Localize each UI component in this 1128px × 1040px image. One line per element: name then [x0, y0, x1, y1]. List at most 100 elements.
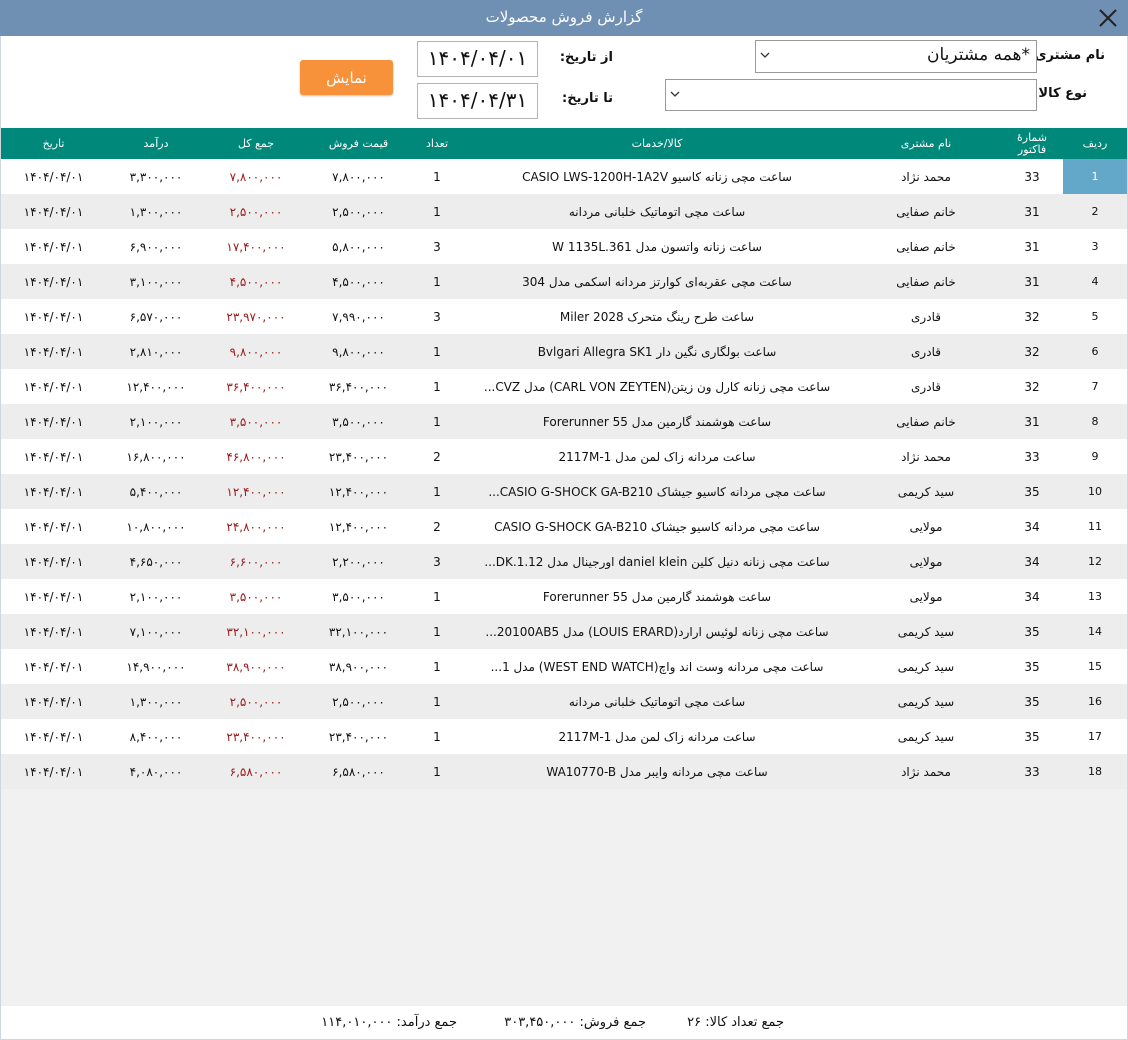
cell-qty: 1 [433, 344, 441, 359]
table-row[interactable]: 17 35 سید کریمی ساعت مردانه زاک لمن مدل 211… [1, 719, 1127, 754]
table-row[interactable]: 3 31 خانم صفایی ساعت زنانه واتسون مدل W 113… [1, 229, 1127, 264]
cell-price: ۳۸,۹۰۰,۰۰۰ [328, 659, 389, 674]
cell-invoice: 31 [1024, 414, 1040, 429]
cell-income: ۳,۱۰۰,۰۰۰ [129, 274, 183, 289]
table-header: ردیف شمارهٔ فاکتور نام مشتری کالا/خدمات … [1, 128, 1127, 159]
cell-total: ۴,۵۰۰,۰۰۰ [229, 274, 283, 289]
cell-item: ساعت مچی زنانه کارل ون زیتن(CARL VON ZEY… [463, 369, 851, 404]
cell-item-text: ساعت مچی عقربه‌ای کوارتز مردانه اسکمی مد… [522, 274, 792, 289]
to-date-input[interactable]: ۱۴۰۴/۰۴/۳۱ [417, 83, 538, 119]
cell-price: ۵,۸۰۰,۰۰۰ [332, 239, 385, 254]
cell-income: ۶,۵۷۰,۰۰۰ [129, 309, 183, 324]
cell-qty: 1 [433, 379, 441, 394]
cell-item-text: ساعت مچی مردانه کاسیو جیشاک CASIO G-SHOC… [494, 519, 820, 534]
table-row[interactable]: 7 32 قادری ساعت مچی زنانه کارل ون زیتن(CARL… [1, 369, 1127, 404]
table-row[interactable]: 15 35 سید کریمی ساعت مچی مردانه وست اند واچ… [1, 649, 1127, 684]
cell-total: ۲,۵۰۰,۰۰۰ [229, 694, 283, 709]
close-icon[interactable] [1094, 4, 1122, 32]
cell-invoice: 35 [1024, 729, 1040, 744]
cell-item-text: ساعت مردانه زاک لمن مدل 2117M-1 [558, 729, 756, 744]
cell-qty: 2 [433, 449, 441, 464]
cell-total: ۳,۵۰۰,۰۰۰ [229, 589, 283, 604]
cell-qty: 1 [433, 729, 441, 744]
cell-date: ۱۴۰۴/۰۴/۰۱ [23, 694, 84, 709]
cell-total: ۳۶,۴۰۰,۰۰۰ [226, 379, 286, 394]
cell-item: ساعت بولگاری نگین دار Bvlgari Allegra SK… [463, 334, 851, 369]
cell-item: ساعت مچی زنانه دنیل کلین daniel klein او… [463, 544, 851, 579]
cell-date: ۱۴۰۴/۰۴/۰۱ [23, 344, 84, 359]
cell-date: ۱۴۰۴/۰۴/۰۱ [23, 659, 84, 674]
cell-price: ۷,۹۹۰,۰۰۰ [332, 309, 385, 324]
cell-item: ساعت هوشمند گارمین مدل Forerunner 55 [463, 579, 851, 614]
table-row[interactable]: 1 33 محمد نژاد ساعت مچی زنانه کاسیو CASIO L… [1, 159, 1127, 194]
cell-total: ۷,۸۰۰,۰۰۰ [229, 169, 283, 184]
cell-customer: محمد نژاد [901, 449, 951, 464]
column-header-date[interactable]: تاریخ [1, 128, 106, 159]
chevron-down-icon [760, 52, 770, 58]
table-row[interactable]: 8 31 خانم صفایی ساعت هوشمند گارمین مدل Fore… [1, 404, 1127, 439]
cell-price: ۲,۵۰۰,۰۰۰ [332, 694, 385, 709]
cell-radif: 4 [1091, 275, 1099, 288]
column-header-invoice[interactable]: شمارهٔ فاکتور [1001, 128, 1063, 159]
cell-date: ۱۴۰۴/۰۴/۰۱ [23, 169, 84, 184]
column-header-item[interactable]: کالا/خدمات [463, 128, 851, 159]
cell-customer: قادری [911, 344, 941, 359]
table-row[interactable]: 4 31 خانم صفایی ساعت مچی عقربه‌ای کوارتز مر… [1, 264, 1127, 299]
table-row[interactable]: 6 32 قادری ساعت بولگاری نگین دار Bvlgari Al… [1, 334, 1127, 369]
cell-invoice: 34 [1024, 554, 1040, 569]
table-row[interactable]: 10 35 سید کریمی ساعت مچی مردانه کاسیو جیشاک… [1, 474, 1127, 509]
cell-invoice: 31 [1024, 239, 1040, 254]
cell-customer: مولایی [909, 554, 943, 569]
cell-item-text: ساعت مچی زنانه دنیل کلین daniel klein او… [484, 554, 830, 569]
cell-radif: 9 [1091, 450, 1099, 463]
cell-qty: 1 [433, 659, 441, 674]
column-header-radif[interactable]: ردیف [1063, 128, 1127, 159]
cell-radif: 5 [1091, 310, 1099, 323]
cell-item-text: ساعت زنانه واتسون مدل W 1135L.361 [552, 239, 762, 254]
cell-qty: 1 [433, 414, 441, 429]
cell-item: ساعت مچی مردانه کاسیو جیشاک CASIO G-SHOC… [463, 474, 851, 509]
cell-price: ۳۲,۱۰۰,۰۰۰ [328, 624, 389, 639]
column-header-income[interactable]: درآمد [106, 128, 206, 159]
cell-total: ۳,۵۰۰,۰۰۰ [229, 414, 283, 429]
cell-customer: مولایی [909, 519, 943, 534]
cell-qty: 1 [433, 169, 441, 184]
cell-price: ۲,۵۰۰,۰۰۰ [332, 204, 385, 219]
table-row[interactable]: 18 33 محمد نژاد ساعت مچی مردانه وایبر مدل W… [1, 754, 1127, 789]
cell-price: ۳,۵۰۰,۰۰۰ [332, 414, 385, 429]
cell-total: ۱۷,۴۰۰,۰۰۰ [226, 239, 286, 254]
cell-radif: 10 [1088, 485, 1102, 498]
cell-item: ساعت زنانه واتسون مدل W 1135L.361 [463, 229, 851, 264]
column-header-total[interactable]: جمع کل [206, 128, 306, 159]
cell-item-text: ساعت مچی اتوماتیک خلبانی مردانه [568, 204, 746, 219]
table-row[interactable]: 5 32 قادری ساعت طرح رینگ متحرک Miler 2028 3 ۷… [1, 299, 1127, 334]
from-date-input[interactable]: ۱۴۰۴/۰۴/۰۱ [417, 41, 538, 77]
column-header-customer[interactable]: نام مشتری [851, 128, 1001, 159]
to-date-label: تا تاریخ: [562, 91, 613, 106]
table-row[interactable]: 12 34 مولایی ساعت مچی زنانه دنیل کلین danie… [1, 544, 1127, 579]
cell-date: ۱۴۰۴/۰۴/۰۱ [23, 379, 84, 394]
cell-radif: 7 [1091, 380, 1099, 393]
table-row[interactable]: 14 35 سید کریمی ساعت مچی زنانه لوئیس ارارد(… [1, 614, 1127, 649]
cell-date: ۱۴۰۴/۰۴/۰۱ [23, 764, 84, 779]
product-type-select[interactable] [665, 79, 1037, 111]
customer-select[interactable]: *همه مشتریان [755, 40, 1037, 73]
column-header-qty[interactable]: تعداد [411, 128, 463, 159]
show-button[interactable]: نمایش [300, 60, 393, 95]
cell-qty: 1 [433, 624, 441, 639]
cell-total: ۳۲,۱۰۰,۰۰۰ [226, 624, 286, 639]
cell-income: ۸,۴۰۰,۰۰۰ [129, 729, 183, 744]
table-row[interactable]: 13 34 مولایی ساعت هوشمند گارمین مدل Forerun… [1, 579, 1127, 614]
cell-item-text: ساعت مچی زنانه کارل ون زیتن(CARL VON ZEY… [483, 379, 831, 394]
cell-price: ۱۲,۴۰۰,۰۰۰ [328, 519, 389, 534]
table-row[interactable]: 2 31 خانم صفایی ساعت مچی اتوماتیک خلبانی مر… [1, 194, 1127, 229]
table-row[interactable]: 9 33 محمد نژاد ساعت مردانه زاک لمن مدل 2117… [1, 439, 1127, 474]
cell-income: ۴,۶۵۰,۰۰۰ [129, 554, 183, 569]
column-header-price[interactable]: قیمت فروش [306, 128, 411, 159]
table-row[interactable]: 11 34 مولایی ساعت مچی مردانه کاسیو جیشاک CA… [1, 509, 1127, 544]
cell-qty: 1 [433, 764, 441, 779]
table-row[interactable]: 16 35 سید کریمی ساعت مچی اتوماتیک خلبانی مر… [1, 684, 1127, 719]
cell-total: ۱۲,۴۰۰,۰۰۰ [226, 484, 286, 499]
cell-income: ۲,۱۰۰,۰۰۰ [129, 589, 183, 604]
cell-customer: سید کریمی [897, 694, 955, 709]
